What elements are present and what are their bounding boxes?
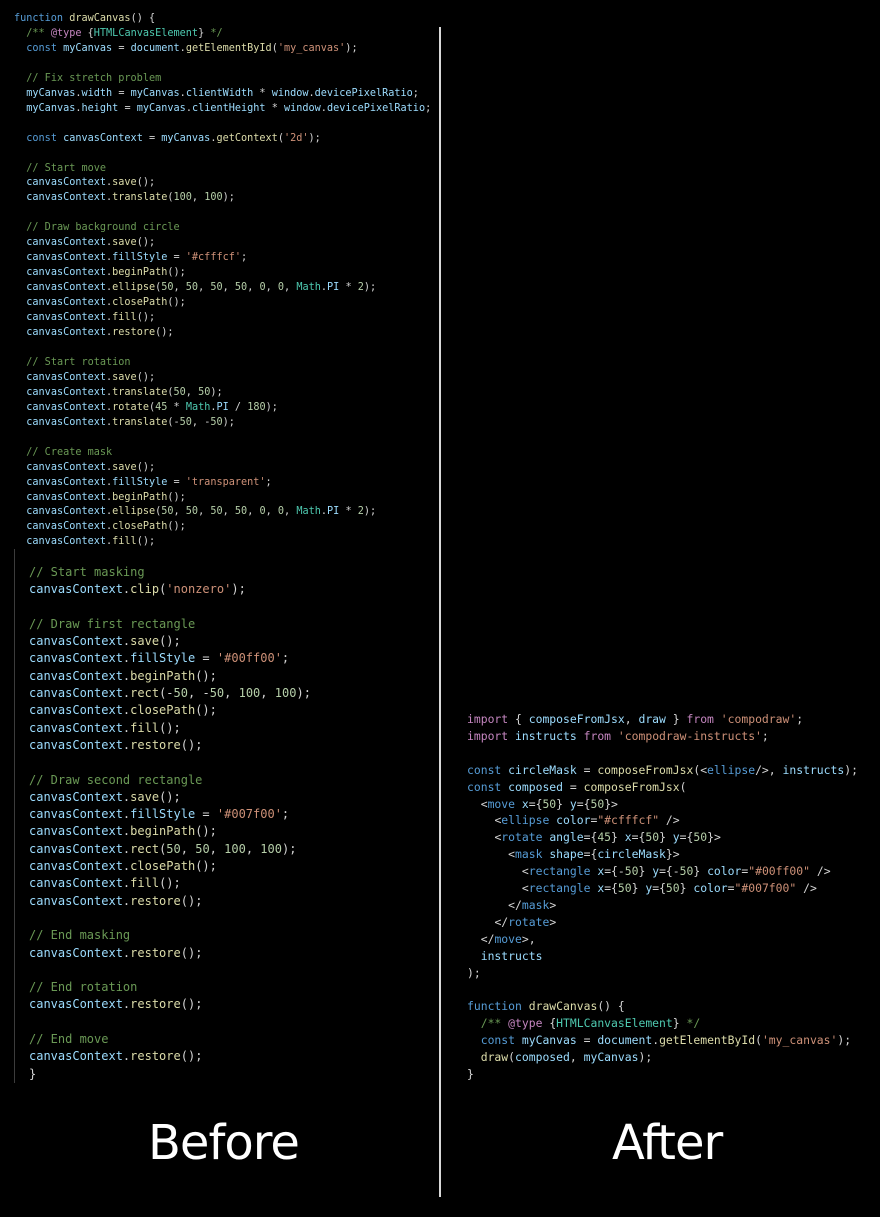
before-caption: Before xyxy=(148,1115,300,1171)
code-line: canvasContext.beginPath(); xyxy=(26,491,186,503)
code-line: ​ xyxy=(467,982,858,999)
code-line: /** @type {HTMLCanvasElement} */ xyxy=(26,27,223,39)
code-line: canvasContext.fill(); xyxy=(26,536,156,548)
code-line: ​ xyxy=(467,745,858,762)
code-line: canvasContext.restore(); xyxy=(29,737,203,752)
code-line: <rotate angle={45} x={50} y={50}> xyxy=(494,830,721,845)
code-line: canvasContext.fillStyle = '#cfffcf'; xyxy=(26,252,248,264)
code-line: // Start masking xyxy=(29,565,145,579)
code-line: ​ xyxy=(14,206,431,221)
code-line: const myCanvas = document.getElementById… xyxy=(26,42,358,54)
code-line: } xyxy=(29,1066,37,1081)
code-line: <rectangle x={-50} y={-50} color="#00ff0… xyxy=(521,864,831,879)
code-line: /** @type {HTMLCanvasElement} */ xyxy=(480,1016,701,1031)
code-line: <ellipse color="#cfffcf" /> xyxy=(494,813,680,828)
code-line: // Start move xyxy=(26,162,107,174)
code-line: canvasContext.beginPath(); xyxy=(29,668,217,683)
code-line: canvasContext.rect(50, 50, 100, 100); xyxy=(29,841,297,856)
code-line: // Start rotation xyxy=(26,356,131,368)
code-line: canvasContext.restore(); xyxy=(29,893,203,908)
code-line: const myCanvas = document.getElementById… xyxy=(480,1033,852,1048)
code-line: ​ xyxy=(14,147,431,162)
code-line: // Draw second rectangle xyxy=(29,772,203,787)
code-line: canvasContext.save(); xyxy=(26,177,156,189)
before-panel: function drawCanvas() { /** @type {HTMLC… xyxy=(0,0,438,1217)
code-line: // Draw background circle xyxy=(26,222,180,234)
code-line: const composed = composeFromJsx( xyxy=(467,779,687,794)
code-line: canvasContext.beginPath(); xyxy=(29,824,217,839)
code-line: // Draw first rectangle xyxy=(29,616,196,631)
code-line: myCanvas.width = myCanvas.clientWidth * … xyxy=(26,87,419,99)
code-line: ​ xyxy=(29,599,311,616)
code-line: // End move xyxy=(29,1032,109,1047)
code-line: canvasContext.fill(); xyxy=(29,876,181,891)
code-line: // End rotation xyxy=(29,980,138,995)
code-line: canvasContext.fillStyle = '#007f00'; xyxy=(29,807,290,822)
code-line: canvasContext.fillStyle = 'transparent'; xyxy=(26,476,272,488)
code-line: canvasContext.save(); xyxy=(29,634,181,649)
code-line: ​ xyxy=(14,57,431,72)
code-line: const canvasContext = myCanvas.getContex… xyxy=(26,132,321,144)
code-line: canvasContext.closePath(); xyxy=(26,297,186,309)
code-line: canvasContext.ellipse(50, 50, 50, 50, 0,… xyxy=(26,282,377,294)
code-line: canvasContext.save(); xyxy=(26,237,156,249)
code-line: ); xyxy=(467,965,481,980)
editor-scope-line xyxy=(14,549,15,1083)
code-line: ​ xyxy=(29,962,311,979)
code-line: // End masking xyxy=(29,928,131,943)
code-line: <move x={50} y={50}> xyxy=(480,796,618,811)
code-line: canvasContext.save(); xyxy=(29,789,181,804)
code-line: canvasContext.clip('nonzero'); xyxy=(29,582,246,597)
before-code-top: function drawCanvas() { /** @type {HTMLC… xyxy=(14,12,431,550)
code-line: canvasContext.translate(50, 50); xyxy=(26,386,223,398)
code-line: canvasContext.translate(100, 100); xyxy=(26,192,235,204)
code-line: const circleMask = composeFromJsx(<ellip… xyxy=(467,762,858,777)
code-line: canvasContext.rect(-50, -50, 100, 100); xyxy=(29,686,311,701)
code-line: canvasContext.save(); xyxy=(26,461,156,473)
code-line: } xyxy=(467,1067,474,1082)
code-line: canvasContext.fill(); xyxy=(29,720,181,735)
code-line: canvasContext.translate(-50, -50); xyxy=(26,416,235,428)
code-line: canvasContext.restore(); xyxy=(29,1049,203,1064)
code-line: ​ xyxy=(14,341,431,356)
after-caption: After xyxy=(612,1115,723,1171)
code-line: canvasContext.closePath(); xyxy=(29,703,217,718)
code-line: </move>, xyxy=(480,931,536,946)
code-line: canvasContext.restore(); xyxy=(29,945,203,960)
code-line: canvasContext.fillStyle = '#00ff00'; xyxy=(29,651,290,666)
code-line: draw(composed, myCanvas); xyxy=(480,1050,653,1065)
code-line: // Fix stretch problem xyxy=(26,72,162,84)
code-line: canvasContext.fill(); xyxy=(26,312,156,324)
code-line: canvasContext.restore(); xyxy=(26,327,174,339)
code-line: function drawCanvas() { xyxy=(467,999,625,1014)
code-line: <mask shape={circleMask}> xyxy=(508,847,680,862)
code-line: function drawCanvas() { xyxy=(14,13,156,24)
code-line: import instructs from 'compodraw-instruc… xyxy=(467,728,769,743)
code-line: canvasContext.closePath(); xyxy=(29,859,217,874)
code-line: ​ xyxy=(29,754,311,771)
code-line: </mask> xyxy=(508,897,557,912)
code-line: canvasContext.ellipse(50, 50, 50, 50, 0,… xyxy=(26,506,377,518)
code-line: <rectangle x={50} y={50} color="#007f00"… xyxy=(521,881,817,896)
code-line: instructs xyxy=(480,948,543,963)
code-line: import { composeFromJsx, draw } from 'co… xyxy=(467,712,804,726)
code-line: canvasContext.save(); xyxy=(26,371,156,383)
code-line: myCanvas.height = myCanvas.clientHeight … xyxy=(26,102,432,114)
code-line: ​ xyxy=(29,910,311,927)
after-code: import { composeFromJsx, draw } from 'co… xyxy=(467,711,858,1083)
code-line: ​ xyxy=(14,431,431,446)
before-code-bottom: // Start masking canvasContext.clip('nonz… xyxy=(29,564,311,1083)
code-line: </rotate> xyxy=(494,914,557,929)
code-line: // Create mask xyxy=(26,446,113,458)
code-line: ​ xyxy=(29,1014,311,1031)
code-line: canvasContext.closePath(); xyxy=(26,521,186,533)
code-line: ​ xyxy=(14,117,431,132)
code-line: canvasContext.restore(); xyxy=(29,997,203,1012)
code-line: canvasContext.beginPath(); xyxy=(26,267,186,279)
code-line: canvasContext.rotate(45 * Math.PI / 180)… xyxy=(26,401,278,413)
